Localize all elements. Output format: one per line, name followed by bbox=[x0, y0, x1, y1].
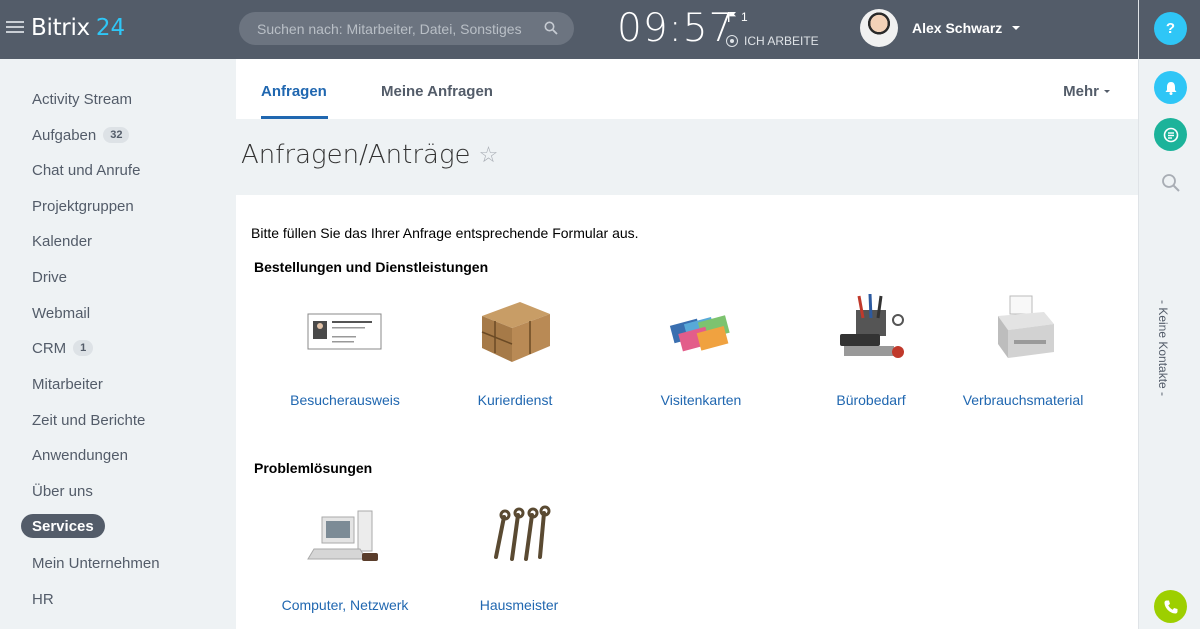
left-sidebar: Activity Stream Aufgaben 32 Chat und Anru… bbox=[0, 59, 236, 629]
messenger-button[interactable] bbox=[1154, 118, 1187, 151]
sidebar-item-anwendungen[interactable]: Anwendungen bbox=[21, 443, 139, 467]
sidebar-item-projektgruppen[interactable]: Projektgruppen bbox=[21, 194, 145, 218]
tab-anfragen[interactable]: Anfragen bbox=[261, 83, 327, 100]
computer-icon bbox=[300, 493, 390, 573]
tab-meine-anfragen[interactable]: Meine Anfragen bbox=[381, 83, 493, 100]
service-kurierdienst[interactable]: Kurierdienst bbox=[435, 290, 595, 408]
section-title: Problemlösungen bbox=[254, 460, 373, 476]
sidebar-item-label: Mein Unternehmen bbox=[32, 554, 160, 572]
service-label[interactable]: Bürobedarf bbox=[791, 392, 951, 408]
office-supplies-icon bbox=[826, 290, 916, 370]
parcel-icon bbox=[470, 290, 560, 370]
sidebar-item-label: Aufgaben bbox=[32, 126, 97, 144]
sidebar-item-drive[interactable]: Drive bbox=[21, 265, 78, 289]
service-label[interactable]: Visitenkarten bbox=[621, 392, 781, 408]
chevron-down-icon bbox=[1104, 90, 1110, 93]
active-tab-indicator bbox=[261, 116, 328, 119]
sidebar-item-label: Activity Stream bbox=[32, 90, 133, 108]
sidebar-item-zeit-berichte[interactable]: Zeit und Berichte bbox=[21, 408, 156, 432]
sidebar-item-crm[interactable]: CRM 1 bbox=[21, 336, 104, 360]
intro-text: Bitte füllen Sie das Ihrer Anfrage entsp… bbox=[251, 225, 639, 241]
flag-icon bbox=[728, 12, 736, 22]
sidebar-item-label: Services bbox=[32, 517, 94, 535]
service-label[interactable]: Hausmeister bbox=[439, 597, 599, 613]
search-icon[interactable] bbox=[1161, 173, 1181, 193]
sidebar-item-label: Webmail bbox=[32, 304, 91, 322]
page-title: Anfragen/Anträge ☆ bbox=[241, 140, 498, 170]
logo-number: 24 bbox=[95, 15, 126, 41]
sidebar-item-mein-unternehmen[interactable]: Mein Unternehmen bbox=[21, 551, 171, 575]
visitor-badge-icon bbox=[300, 290, 390, 370]
services-content: Bitte füllen Sie das Ihrer Anfrage entsp… bbox=[236, 195, 1138, 629]
flag-count: 1 bbox=[741, 10, 748, 24]
chat-icon bbox=[1163, 127, 1178, 142]
section-title: Bestellungen und Dienstleistungen bbox=[254, 259, 489, 275]
help-button[interactable]: ? bbox=[1154, 12, 1187, 45]
search-input[interactable] bbox=[257, 20, 527, 37]
service-label[interactable]: Kurierdienst bbox=[435, 392, 595, 408]
sidebar-item-label: Mitarbeiter bbox=[32, 375, 103, 393]
sidebar-item-label: Drive bbox=[32, 268, 68, 286]
service-computer-netzwerk[interactable]: Computer, Netzwerk bbox=[265, 493, 425, 613]
sidebar-item-hr[interactable]: HR bbox=[21, 587, 65, 611]
service-verbrauchsmaterial[interactable]: Verbrauchsmaterial bbox=[943, 290, 1103, 408]
sidebar-item-label: Chat und Anrufe bbox=[32, 161, 141, 179]
service-visitenkarten[interactable]: Visitenkarten bbox=[621, 290, 781, 408]
business-cards-icon bbox=[656, 290, 746, 370]
sidebar-item-kalender[interactable]: Kalender bbox=[21, 229, 103, 253]
search-icon[interactable] bbox=[544, 21, 558, 35]
sidebar-item-label: Kalender bbox=[32, 232, 93, 250]
sidebar-item-services[interactable]: Services bbox=[21, 514, 105, 538]
tasks-flag[interactable]: 1 bbox=[728, 10, 748, 24]
chevron-down-icon[interactable] bbox=[1012, 26, 1020, 30]
phone-button[interactable] bbox=[1154, 590, 1187, 623]
avatar[interactable] bbox=[860, 9, 898, 47]
notifications-button[interactable] bbox=[1154, 71, 1187, 104]
service-label[interactable]: Verbrauchsmaterial bbox=[943, 392, 1103, 408]
sidebar-item-aufgaben[interactable]: Aufgaben 32 bbox=[21, 123, 140, 147]
tab-bar: Anfragen Meine Anfragen Mehr bbox=[236, 59, 1138, 119]
sidebar-item-label: Projektgruppen bbox=[32, 197, 134, 215]
service-hausmeister[interactable]: Hausmeister bbox=[439, 493, 599, 613]
hamburger-menu-icon[interactable] bbox=[6, 21, 24, 35]
search-bar bbox=[239, 12, 574, 45]
sidebar-item-ueber-uns[interactable]: Über uns bbox=[21, 479, 104, 503]
top-header: Bitrix 24 09:57 1 ICH ARBEITE Alex Schwa… bbox=[0, 0, 1138, 59]
wrench-icon bbox=[474, 493, 564, 573]
sidebar-item-label: Über uns bbox=[32, 482, 93, 500]
clock[interactable]: 09:57 bbox=[617, 6, 734, 51]
sidebar-item-mitarbeiter[interactable]: Mitarbeiter bbox=[21, 372, 114, 396]
service-besucherausweis[interactable]: Besucherausweis bbox=[265, 290, 425, 408]
sidebar-item-label: HR bbox=[32, 590, 54, 608]
work-status-label: ICH ARBEITE bbox=[744, 34, 819, 48]
sidebar-item-label: Anwendungen bbox=[32, 446, 128, 464]
service-label[interactable]: Besucherausweis bbox=[265, 392, 425, 408]
logo[interactable]: Bitrix 24 bbox=[6, 14, 125, 42]
counter-badge: 1 bbox=[73, 340, 94, 356]
sidebar-item-label: Zeit und Berichte bbox=[32, 411, 146, 429]
bell-icon bbox=[1165, 81, 1176, 95]
sidebar-item-chat[interactable]: Chat und Anrufe bbox=[21, 158, 151, 182]
logo-name: Bitrix bbox=[31, 15, 90, 41]
sidebar-item-activity-stream[interactable]: Activity Stream bbox=[21, 87, 143, 111]
contacts-placeholder: - Keine Kontakte - bbox=[1156, 300, 1170, 397]
printer-icon bbox=[978, 290, 1068, 370]
more-label: Mehr bbox=[1063, 83, 1099, 100]
service-label[interactable]: Computer, Netzwerk bbox=[265, 597, 425, 613]
sidebar-item-webmail[interactable]: Webmail bbox=[21, 301, 101, 325]
star-icon[interactable]: ☆ bbox=[479, 143, 499, 168]
counter-badge: 32 bbox=[103, 127, 130, 143]
service-buerobedarf[interactable]: Bürobedarf bbox=[791, 290, 951, 408]
more-menu[interactable]: Mehr bbox=[1063, 83, 1110, 100]
phone-icon bbox=[1164, 600, 1177, 613]
page-title-text: Anfragen/Anträge bbox=[241, 140, 471, 170]
right-sidebar: ? - Keine Kontakte - bbox=[1138, 0, 1200, 629]
sidebar-item-label: CRM bbox=[32, 339, 67, 357]
user-name[interactable]: Alex Schwarz bbox=[912, 20, 1002, 36]
record-icon bbox=[726, 35, 738, 47]
work-status[interactable]: ICH ARBEITE bbox=[726, 34, 819, 48]
